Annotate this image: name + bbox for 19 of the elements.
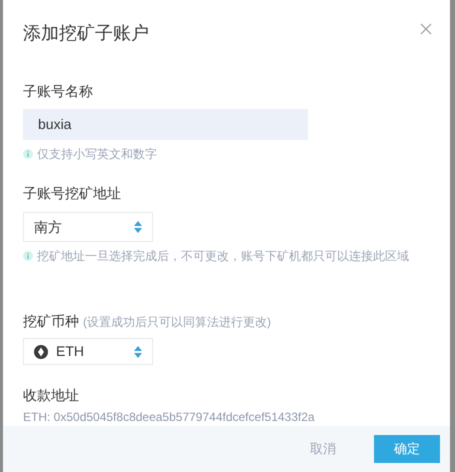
field-label: 挖矿币种 (23, 312, 79, 331)
name-input-field[interactable]: buxia (23, 109, 308, 140)
hint-text: 挖矿地址一旦选择完成后，不可更改，账号下矿机都只可以连接此区域 (37, 248, 409, 265)
sort-arrows-icon (134, 346, 142, 358)
field-label: 子账号挖矿地址 (23, 184, 122, 203)
coin-icon (34, 344, 48, 358)
address-text: ETH: 0x50d5045f8c8deea5b5779744fdcefcef51433f2a (23, 409, 316, 426)
hint-text: 仅支持小写英文和数字 (37, 146, 157, 163)
coin-name: ETH (56, 342, 84, 361)
close-icon[interactable] (420, 23, 432, 35)
info-icon (23, 149, 33, 159)
coin-select[interactable]: ETH (23, 338, 153, 365)
info-icon (23, 251, 33, 261)
region-select[interactable]: 南方 (23, 212, 153, 242)
sort-arrows-icon (134, 221, 142, 233)
field-note: (设置成功后只可以同算法进行更改) (83, 314, 271, 331)
dialog-title: 添加挖矿子账户 (23, 22, 149, 45)
field-label: 收款地址 (23, 386, 80, 405)
field-label: 子账号名称 (23, 82, 94, 101)
